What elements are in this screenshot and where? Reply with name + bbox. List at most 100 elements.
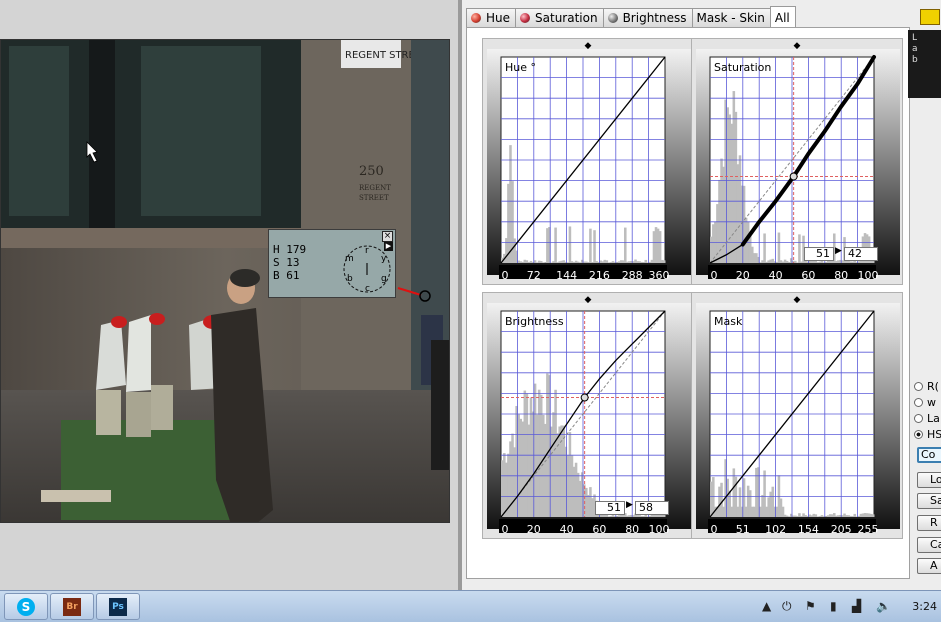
axis-tick-label: 80: [834, 269, 849, 282]
brightness-input-value[interactable]: 51: [595, 501, 625, 515]
wheel-letter: m: [345, 254, 354, 264]
axis-tick-label: 40: [559, 523, 574, 536]
axis-tick-label: 205: [830, 523, 852, 536]
radio-option-selected[interactable]: HS: [914, 428, 941, 441]
axis-tick-label: 20: [526, 523, 541, 536]
clock[interactable]: 3:24: [912, 600, 937, 613]
histogram-bar: [525, 260, 529, 263]
hue-curve-graph[interactable]: [483, 39, 695, 286]
side-button[interactable]: Co: [917, 447, 941, 463]
svg-text:REGENT: REGENT: [359, 184, 391, 192]
svg-text:STREET: STREET: [359, 194, 389, 202]
tab-panel-all: ◆ Hue ° 0 72 144 216 288 360 ◆ Saturation 51 …: [466, 27, 910, 579]
wheel-letter: b: [347, 274, 353, 284]
radio-button[interactable]: [914, 398, 923, 407]
histogram-bar: [568, 226, 572, 263]
hue-ball-icon: [471, 13, 481, 23]
histogram-bar: [662, 260, 666, 263]
histogram-bar: [593, 230, 596, 263]
axis-tick-label: 20: [735, 269, 750, 282]
radio-button[interactable]: [914, 414, 923, 423]
radio-option[interactable]: w: [914, 396, 936, 409]
tab-strip: Hue Saturation Brightness Mask - Skin Al…: [466, 6, 796, 28]
histogram-bar: [798, 234, 801, 263]
axis-tick-label: 360: [648, 269, 670, 282]
radio-option[interactable]: R(: [914, 380, 939, 393]
load-button[interactable]: Lo: [917, 472, 941, 488]
saturation-output-value[interactable]: 42: [844, 247, 878, 261]
radio-option[interactable]: La: [914, 412, 940, 425]
taskbar-app-bridge[interactable]: Br: [50, 593, 94, 620]
tab-mask-skin[interactable]: Mask - Skin: [691, 8, 771, 27]
wheel-letter: c: [365, 284, 370, 294]
brightness-curve-panel[interactable]: ◆ Brightness 51 ▶ 58 0 20 40 60 80 100: [482, 292, 694, 539]
brightness-output-value[interactable]: 58: [635, 501, 669, 515]
taskbar-app-skype[interactable]: S: [4, 593, 48, 620]
brightness-curve-title: Brightness: [505, 315, 564, 328]
power-icon[interactable]: ⏻: [782, 599, 792, 614]
axis-tick-label: 40: [768, 269, 783, 282]
volume-icon[interactable]: 🔈: [876, 599, 891, 613]
mask-curve-panel[interactable]: ◆ Mask 0 51 102 154 205 255: [691, 292, 903, 539]
axis-tick-label: 0: [501, 523, 509, 536]
brightness-readout: B 61: [273, 269, 300, 282]
svg-text:250: 250: [359, 164, 384, 179]
action-center-flag-icon[interactable]: ⚑: [805, 599, 816, 613]
device-icon[interactable]: ▮: [830, 599, 837, 613]
radio-button[interactable]: [914, 382, 923, 391]
saturation-input-value[interactable]: 51: [804, 247, 834, 261]
axis-tick-label: 216: [588, 269, 610, 282]
taskbar-app-photoshop[interactable]: Ps: [96, 593, 140, 620]
close-icon[interactable]: ×: [382, 231, 393, 242]
expand-arrows-icon[interactable]: ◆: [585, 295, 592, 305]
histogram-bar: [871, 514, 875, 517]
radio-button[interactable]: [914, 430, 923, 439]
axis-tick-label: 72: [526, 269, 541, 282]
axis-tick-label: 60: [592, 523, 607, 536]
axis-tick-label: 0: [710, 523, 718, 536]
lab-a-label: a: [912, 44, 918, 54]
mask-curve-title: Mask: [714, 315, 743, 328]
show-hidden-icons-icon[interactable]: ▲: [762, 599, 771, 613]
tab-all[interactable]: All: [769, 6, 796, 28]
lab-color-panel: L a b: [908, 30, 941, 98]
image-pane: REGENT STREET 250 REGENT STREET × ▶ H 17…: [0, 0, 458, 590]
hue-readout: H 179: [273, 243, 307, 256]
saturation-curve-panel[interactable]: ◆ Saturation 51 ▶ 42 0 20 40 60 80 100: [691, 38, 903, 285]
axis-tick-label: 0: [710, 269, 718, 282]
hsb-readout-popup[interactable]: × ▶ H 179 S 13 B 61 r y g c b m: [268, 229, 396, 298]
reset-button[interactable]: R: [917, 515, 941, 531]
cancel-button[interactable]: Ca: [917, 537, 941, 553]
network-signal-icon[interactable]: ▟: [852, 599, 861, 613]
histogram-bar: [777, 232, 781, 263]
tab-hue[interactable]: Hue: [466, 8, 517, 27]
bridge-icon: Br: [63, 597, 81, 616]
lab-b-label: b: [912, 55, 918, 65]
axis-tick-label: 288: [621, 269, 643, 282]
hue-curve-panel[interactable]: ◆ Hue ° 0 72 144 216 288 360: [482, 38, 694, 285]
histogram-bar: [554, 227, 557, 263]
arrow-right-icon: ▶: [835, 246, 842, 256]
expand-arrows-icon[interactable]: ◆: [794, 41, 801, 51]
axis-tick-label: 100: [648, 523, 670, 536]
tab-brightness[interactable]: Brightness: [602, 8, 693, 27]
wheel-letter: y: [381, 254, 387, 264]
expand-arrows-icon[interactable]: ◆: [585, 41, 592, 51]
axis-tick-label: 51: [735, 523, 750, 536]
save-button[interactable]: Sa: [917, 493, 941, 509]
axis-tick-label: 255: [857, 523, 879, 536]
mask-curve-graph[interactable]: [692, 293, 904, 540]
saturation-curve-title: Saturation: [714, 61, 772, 74]
expand-arrows-icon[interactable]: ◆: [794, 295, 801, 305]
wheel-letter: r: [365, 246, 369, 256]
axis-tick-label: 60: [801, 269, 816, 282]
folder-icon[interactable]: [920, 9, 940, 25]
taskbar: S Br Ps ▲ ⏻ ⚑ ▮ ▟ 🔈 3:24: [0, 590, 941, 622]
apply-button[interactable]: A: [917, 558, 941, 574]
skype-icon: S: [17, 597, 35, 616]
histogram-bar: [589, 228, 592, 263]
histogram-bar: [763, 233, 766, 263]
histogram-bar: [624, 227, 627, 263]
tab-saturation[interactable]: Saturation: [515, 8, 604, 27]
axis-tick-label: 100: [857, 269, 879, 282]
